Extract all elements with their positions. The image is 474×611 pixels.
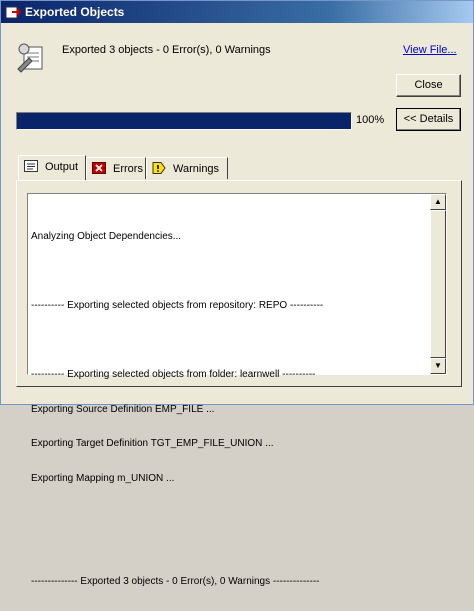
log-line: Exporting Source Definition EMP_FILE ... — [31, 403, 215, 415]
output-panel: Analyzing Object Dependencies... ​ -----… — [16, 180, 462, 587]
close-button[interactable]: Close — [396, 74, 461, 97]
exported-objects-dialog: Exported Objects Exported 3 objects - 0 … — [0, 0, 474, 587]
log-line: ​ — [31, 335, 426, 347]
export-objects-icon — [5, 6, 21, 19]
title-bar[interactable]: Exported Objects — [1, 1, 473, 23]
log-line: ​ — [31, 507, 426, 519]
log-line: Exporting Mapping m_UNION ... — [31, 472, 175, 484]
scroll-up-arrow-icon[interactable]: ▲ — [430, 194, 446, 210]
scroll-thumb[interactable] — [430, 210, 446, 358]
details-toggle-button[interactable]: << Details — [396, 108, 461, 131]
tab-label: Warnings — [173, 163, 220, 175]
log-line: ​ — [31, 542, 426, 554]
progress-fill — [17, 113, 351, 129]
error-icon — [92, 162, 106, 174]
summary-message: Exported 3 objects - 0 Error(s), 0 Warni… — [62, 44, 271, 56]
tab-output[interactable]: Output — [18, 155, 86, 180]
warning-icon — [152, 162, 166, 174]
tab-warnings[interactable]: Warnings — [146, 157, 228, 179]
window-title: Exported Objects — [25, 5, 125, 19]
vertical-scrollbar[interactable]: ▲ ▼ — [430, 194, 446, 374]
log-line: ---------- Exporting selected objects fr… — [31, 369, 316, 380]
log-line: ​ — [31, 266, 426, 278]
output-log[interactable]: Analyzing Object Dependencies... ​ -----… — [27, 193, 447, 587]
tab-label: Errors — [113, 163, 143, 175]
tab-errors[interactable]: Errors — [86, 157, 146, 179]
log-line: Analyzing Object Dependencies... — [31, 231, 182, 242]
tab-label: Output — [45, 161, 79, 173]
view-file-link[interactable]: View File... — [403, 44, 457, 56]
progress-bar — [16, 112, 352, 130]
progress-percent: 100% — [356, 114, 385, 126]
log-line: Exporting Target Definition TGT_EMP_FILE… — [31, 438, 274, 449]
log-lines: Analyzing Object Dependencies... ​ -----… — [31, 208, 426, 611]
log-line: ---------- Exporting selected objects fr… — [31, 300, 324, 311]
export-document-icon — [17, 43, 43, 73]
scroll-down-arrow-icon[interactable]: ▼ — [430, 358, 446, 374]
output-icon — [24, 160, 38, 172]
log-line: -------------- Exported 3 objects - 0 Er… — [31, 576, 320, 587]
